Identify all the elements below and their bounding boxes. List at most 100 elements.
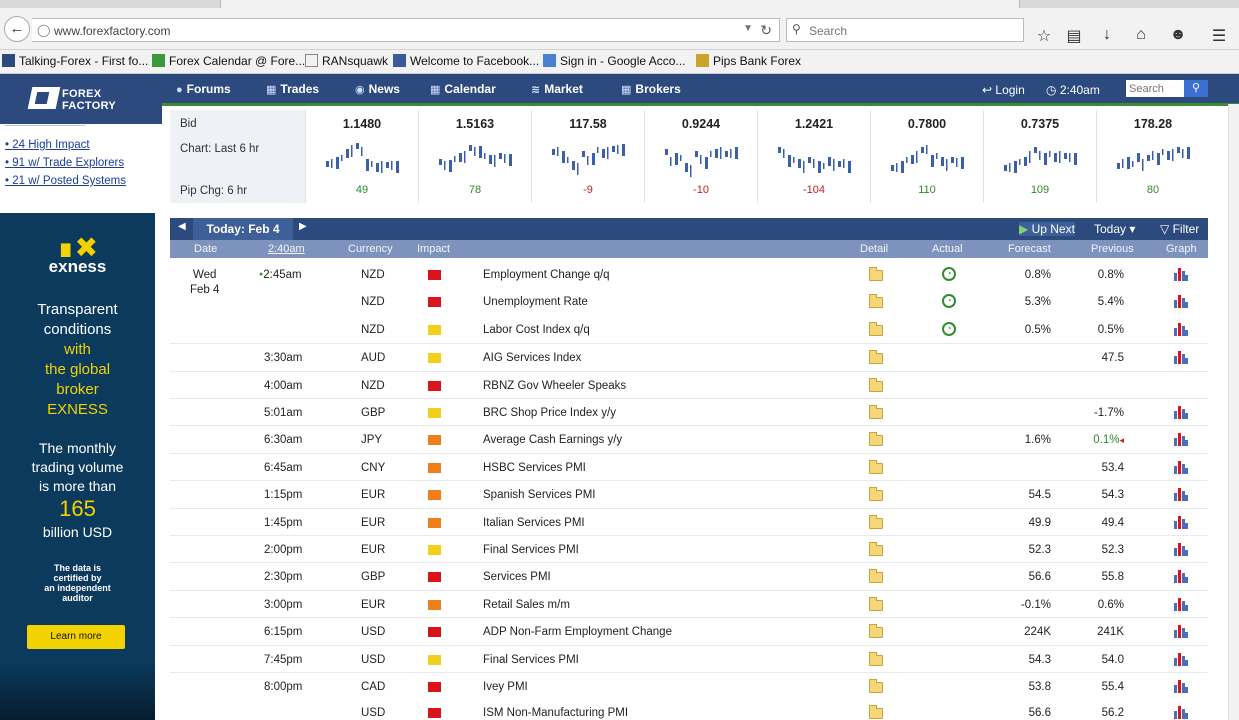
sidebar-link-posted-systems[interactable]: • 21 w/ Posted Systems	[5, 175, 126, 187]
event-title[interactable]: Labor Cost Index q/q	[483, 324, 590, 336]
event-row[interactable]: ●2:45am NZD Employment Change q/q ◔ 0.8% 0.8%	[170, 261, 1208, 288]
nav-news[interactable]: ◉ News	[355, 82, 400, 96]
sidebar-link-trade-explorers[interactable]: • 91 w/ Trade Explorers	[5, 157, 124, 169]
impact-red-icon[interactable]	[428, 682, 441, 692]
event-title[interactable]: AIG Services Index	[483, 352, 581, 364]
url-dropdown-icon[interactable]: ▼	[743, 23, 753, 34]
graph-icon[interactable]	[1174, 295, 1188, 309]
detail-folder-icon[interactable]	[869, 596, 883, 611]
filter-button[interactable]: ▽ Filter	[1160, 222, 1199, 236]
detail-folder-icon[interactable]	[869, 514, 883, 529]
header-clock[interactable]: ◷ 2:40am	[1046, 83, 1100, 97]
event-row[interactable]: 8:00pm CAD Ivey PMI 53.8 55.4	[170, 672, 1208, 699]
event-row[interactable]: NZD Unemployment Rate ◔ 5.3% 5.4%	[170, 288, 1208, 315]
detail-folder-icon[interactable]	[869, 350, 883, 365]
graph-icon[interactable]	[1174, 351, 1188, 365]
event-row[interactable]: 6:15pm USD ADP Non-Farm Employment Change 2…	[170, 617, 1208, 644]
actual-pending-icon[interactable]: ◔	[942, 294, 956, 309]
impact-orange-icon[interactable]	[428, 599, 441, 610]
nav-market[interactable]: ≋ Market	[531, 82, 583, 96]
impact-orange-icon[interactable]	[428, 435, 441, 446]
event-row[interactable]: USD ISM Non-Manufacturing PMI 56.6 56.2	[170, 699, 1208, 720]
next-day-icon[interactable]: ▶	[299, 221, 307, 232]
bookmark-pips-bank[interactable]: Pips Bank Forex	[696, 54, 801, 68]
graph-icon[interactable]	[1174, 515, 1188, 529]
detail-folder-icon[interactable]	[869, 432, 883, 447]
detail-folder-icon[interactable]	[869, 569, 883, 584]
event-row[interactable]: 5:01am GBP BRC Shop Price Index y/y -1.7%	[170, 398, 1208, 425]
exness-ad[interactable]: ∎✖ exness Transparent conditions with th…	[0, 213, 155, 720]
nav-trades[interactable]: ▦ Trades	[266, 82, 319, 96]
graph-icon[interactable]	[1174, 706, 1188, 720]
graph-icon[interactable]	[1174, 460, 1188, 474]
impact-red-icon[interactable]	[428, 270, 441, 280]
browser-search[interactable]: ⚲	[786, 18, 1024, 42]
impact-orange-icon[interactable]	[428, 462, 441, 473]
event-title[interactable]: BRC Shop Price Index y/y	[483, 407, 616, 419]
bookmark-ransquawk[interactable]: RANsquawk	[305, 54, 388, 68]
url-text[interactable]: www.forexfactory.com	[54, 24, 170, 38]
event-row[interactable]: 2:00pm EUR Final Services PMI 52.3 52.3	[170, 535, 1208, 562]
impact-orange-icon[interactable]	[428, 517, 441, 528]
site-search-button[interactable]: ⚲	[1184, 80, 1208, 97]
event-row[interactable]: 3:00pm EUR Retail Sales m/m -0.1% 0.6%	[170, 589, 1208, 617]
browser-search-input[interactable]	[809, 22, 1009, 39]
detail-folder-icon[interactable]	[869, 651, 883, 666]
quote-column[interactable]: 0.9244 -10	[644, 110, 756, 203]
impact-orange-icon[interactable]	[428, 490, 441, 501]
bookmark-star-icon[interactable]: ☆	[1034, 26, 1054, 46]
quote-column[interactable]: 178.28 80	[1096, 110, 1208, 203]
event-title[interactable]: Spanish Services PMI	[483, 489, 596, 501]
nav-forums[interactable]: ● Forums	[176, 82, 231, 96]
url-bar[interactable]: ◯ www.forexfactory.com ▼ ↻	[32, 18, 780, 42]
detail-folder-icon[interactable]	[869, 542, 883, 556]
impact-red-icon[interactable]	[428, 297, 441, 308]
event-title[interactable]: Unemployment Rate	[483, 296, 588, 308]
graph-icon[interactable]	[1174, 570, 1188, 584]
detail-folder-icon[interactable]	[869, 487, 883, 502]
impact-yellow-icon[interactable]	[428, 353, 441, 364]
detail-folder-icon[interactable]	[869, 321, 883, 336]
event-row[interactable]: 4:00am NZD RBNZ Gov Wheeler Speaks	[170, 370, 1208, 398]
bookmark-google[interactable]: Sign in - Google Acco...	[543, 54, 685, 68]
bookmark-talking-forex[interactable]: Talking-Forex - First fo...	[2, 54, 148, 68]
event-title[interactable]: Average Cash Earnings y/y	[483, 434, 622, 446]
detail-folder-icon[interactable]	[869, 267, 883, 281]
event-title[interactable]: ISM Non-Manufacturing PMI	[483, 707, 628, 719]
graph-icon[interactable]	[1174, 406, 1188, 419]
graph-icon[interactable]	[1174, 597, 1188, 611]
sidebar-link-cut[interactable]: ———————	[5, 120, 86, 126]
impact-yellow-icon[interactable]	[428, 654, 441, 665]
detail-folder-icon[interactable]	[869, 679, 883, 693]
event-title[interactable]: Final Services PMI	[483, 544, 579, 556]
today-dropdown[interactable]: Today ▾	[1094, 222, 1135, 236]
download-icon[interactable]: ↓	[1097, 26, 1117, 44]
prev-day-icon[interactable]: ◀	[178, 221, 186, 232]
active-tab[interactable]	[220, 0, 1020, 8]
event-row[interactable]: 1:15pm EUR Spanish Services PMI 54.5 54.3	[170, 480, 1208, 507]
graph-icon[interactable]	[1174, 652, 1188, 666]
graph-icon[interactable]	[1174, 322, 1188, 336]
impact-red-icon[interactable]	[428, 572, 441, 583]
detail-folder-icon[interactable]	[869, 624, 883, 639]
event-title[interactable]: Italian Services PMI	[483, 517, 585, 529]
impact-yellow-icon[interactable]	[428, 324, 441, 335]
site-search-input[interactable]	[1126, 80, 1184, 97]
impact-red-icon[interactable]	[428, 380, 441, 391]
event-title[interactable]: Services PMI	[483, 571, 551, 583]
impact-yellow-icon[interactable]	[428, 408, 441, 418]
detail-folder-icon[interactable]	[869, 405, 883, 419]
col-time[interactable]: 2:40am	[268, 243, 305, 255]
today-date-label[interactable]: Today: Feb 4	[193, 218, 293, 240]
login-link[interactable]: ↩ Login	[982, 83, 1025, 97]
graph-icon[interactable]	[1174, 625, 1188, 639]
reload-icon[interactable]: ↻	[760, 22, 772, 39]
impact-red-icon[interactable]	[428, 627, 441, 638]
event-row[interactable]: NZD Labor Cost Index q/q ◔ 0.5% 0.5%	[170, 316, 1208, 343]
chat-icon[interactable]: ☻	[1168, 26, 1188, 44]
graph-icon[interactable]	[1174, 543, 1188, 556]
impact-yellow-icon[interactable]	[428, 545, 441, 555]
event-row[interactable]: 1:45pm EUR Italian Services PMI 49.9 49.4	[170, 507, 1208, 535]
event-title[interactable]: RBNZ Gov Wheeler Speaks	[483, 380, 626, 392]
quote-column[interactable]: 117.58 -9	[531, 110, 643, 203]
